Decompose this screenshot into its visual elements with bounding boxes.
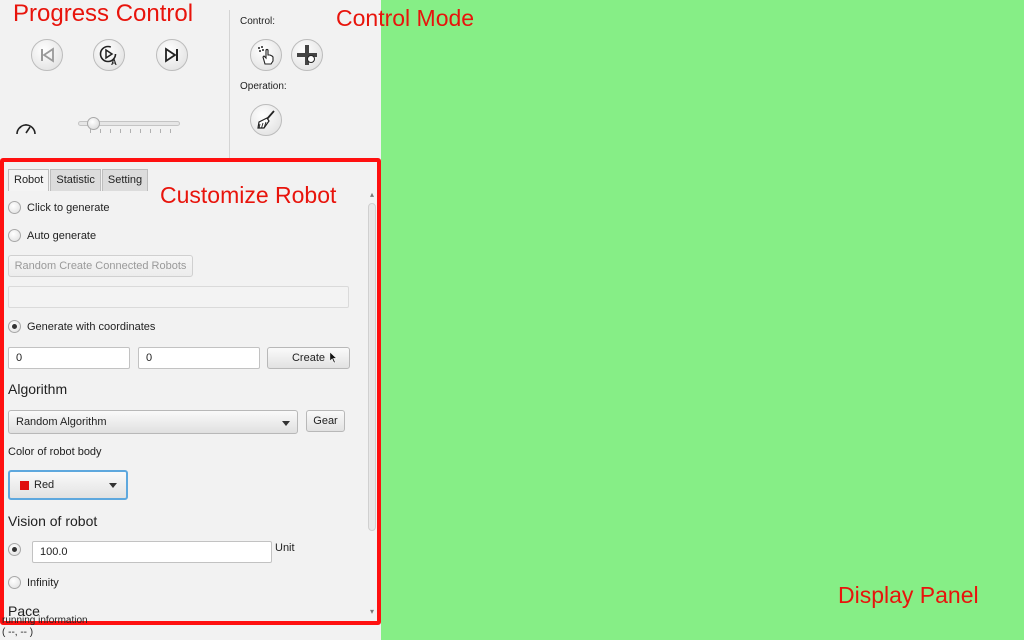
vision-heading: Vision of robot (8, 513, 98, 529)
running-information-label: running information (2, 615, 88, 626)
infinity-label: Infinity (27, 577, 59, 589)
control-mode-annotation: Control Mode (336, 5, 475, 31)
color-of-robot-body-label: Color of robot body (8, 446, 102, 458)
scroll-down-icon[interactable]: ▾ (368, 608, 376, 616)
chevron-down-icon (282, 421, 290, 426)
tab-bar: Robot Statistic Setting (8, 169, 149, 191)
customize-robot-panel: Robot Statistic Setting Click to generat… (0, 158, 381, 625)
create-button[interactable]: Create (267, 347, 350, 369)
vision-value-radio[interactable] (8, 543, 21, 556)
auto-generate-label: Auto generate (27, 230, 97, 242)
tab-robot[interactable]: Robot (8, 169, 50, 191)
tab-statistic[interactable]: Statistic (50, 169, 101, 191)
slider-tick (150, 129, 151, 133)
control-label: Control: (240, 16, 276, 27)
algorithm-selected-label: Random Algorithm (16, 416, 107, 428)
generate-with-coordinates-label: Generate with coordinates (27, 321, 156, 333)
slider-tick (130, 129, 131, 133)
skip-next-icon (165, 47, 178, 63)
infinity-radio[interactable] (8, 576, 21, 589)
speed-slider[interactable] (76, 116, 182, 136)
auto-generate-radio[interactable] (8, 229, 21, 242)
slider-tick (100, 129, 101, 133)
click-to-generate-label: Click to generate (27, 202, 110, 214)
y-coordinate-input[interactable]: 0 (138, 347, 260, 369)
tab-setting[interactable]: Setting (101, 169, 149, 191)
gear-button[interactable]: Gear (306, 410, 345, 432)
create-label: Create (291, 352, 326, 364)
svg-text:A: A (111, 58, 117, 66)
mouse-cursor-icon (329, 351, 338, 364)
clear-button[interactable] (250, 104, 282, 136)
random-create-connected-robots-button[interactable]: Random Create Connected Robots (8, 255, 193, 277)
pointer-control-button[interactable] (250, 39, 282, 71)
robot-color-select[interactable]: Red (8, 470, 128, 500)
color-selected-label: Red (34, 479, 55, 491)
operation-label: Operation: (240, 81, 287, 92)
speedometer-icon (16, 124, 36, 135)
auto-play-button[interactable]: A (93, 39, 125, 71)
scroll-thumb[interactable] (368, 203, 376, 531)
slider-tick (140, 129, 141, 133)
previous-step-button[interactable] (31, 39, 63, 71)
broom-icon (257, 110, 275, 129)
move-cross-icon (297, 45, 317, 65)
customize-robot-annotation: Customize Robot (160, 182, 337, 208)
algorithm-heading: Algorithm (8, 381, 68, 397)
vertical-divider (229, 10, 230, 158)
auto-play-icon: A (99, 45, 117, 66)
display-panel[interactable] (381, 0, 1024, 640)
move-control-button[interactable] (291, 39, 323, 71)
next-step-button[interactable] (156, 39, 188, 71)
color-swatch (20, 481, 29, 490)
progress-control-annotation: Progress Control (13, 0, 194, 27)
slider-tick (110, 129, 111, 133)
hand-pointer-icon (258, 46, 274, 65)
scroll-up-icon[interactable]: ▴ (368, 191, 376, 199)
slider-tick (170, 129, 171, 133)
skip-previous-icon (41, 47, 54, 63)
click-to-generate-radio[interactable] (8, 201, 21, 214)
cursor-coordinates: ( --, -- ) (2, 627, 34, 638)
slider-thumb[interactable] (87, 117, 100, 130)
chevron-down-icon (109, 483, 117, 488)
algorithm-select[interactable]: Random Algorithm (8, 410, 298, 434)
vertical-scrollbar[interactable]: ▴ ▾ (367, 191, 377, 621)
slider-tick (160, 129, 161, 133)
left-control-pane: A Control: Operation: Robot Statistic Se… (0, 0, 381, 640)
display-panel-annotation: Display Panel (838, 582, 979, 608)
vision-input[interactable]: 100.0 (32, 541, 272, 563)
slider-tick (120, 129, 121, 133)
robot-tab-content: Click to generate Auto generate Random C… (4, 191, 366, 621)
generate-with-coordinates-radio[interactable] (8, 320, 21, 333)
x-coordinate-input[interactable]: 0 (8, 347, 130, 369)
random-robot-count-field[interactable] (8, 286, 349, 308)
vision-unit-label: Unit (275, 542, 295, 554)
